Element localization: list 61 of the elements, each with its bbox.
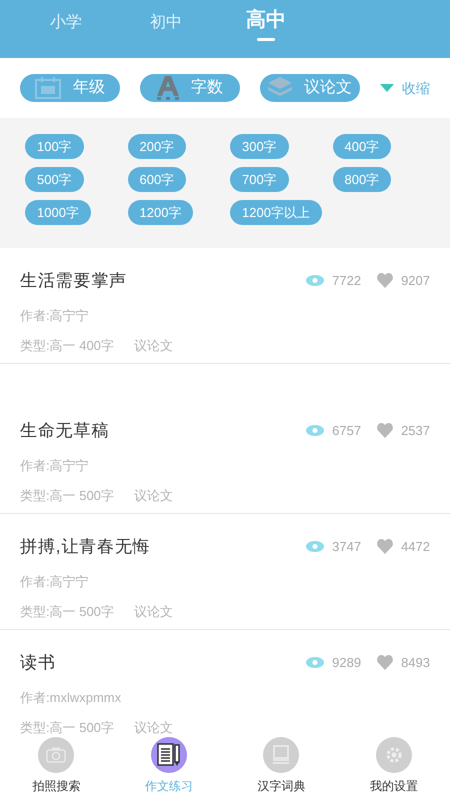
- word-count-chip[interactable]: 700字: [230, 167, 289, 192]
- calendar-icon: [35, 77, 61, 99]
- letter-a-icon: [157, 76, 179, 100]
- like-count: 2537: [401, 422, 430, 440]
- essay-title: 拼搏,让青春无悔: [20, 536, 151, 558]
- like-count: 9207: [401, 272, 430, 290]
- like-count: 4472: [401, 538, 430, 556]
- grade-tab[interactable]: 高中: [216, 0, 316, 46]
- gear-icon: [376, 737, 412, 773]
- filter-button[interactable]: 议论文: [260, 74, 360, 102]
- word-count-chip[interactable]: 200字: [128, 134, 186, 159]
- word-count-chip[interactable]: 1000字: [25, 200, 91, 225]
- nav-tab[interactable]: 我的设置: [338, 735, 450, 800]
- view-count: 6757: [332, 422, 362, 440]
- essay-author: 作者:高宁宁: [20, 572, 90, 590]
- heart-icon: [377, 655, 394, 670]
- triangle-down-icon: [380, 84, 394, 92]
- nav-tab[interactable]: 拍照搜索: [0, 735, 112, 800]
- essay-type: 类型:高一 500字: [20, 487, 114, 505]
- grade-tab[interactable]: 小学: [16, 0, 116, 46]
- nav-tab[interactable]: 作文练习: [112, 735, 225, 800]
- filter-button[interactable]: 年级: [20, 74, 120, 102]
- like-count: 8493: [401, 654, 430, 672]
- view-count: 3747: [332, 538, 362, 556]
- essay-type: 类型:高一 400字: [20, 337, 114, 355]
- word-count-chip[interactable]: 300字: [230, 134, 289, 159]
- essay-type: 类型:高一 500字: [20, 603, 114, 621]
- collapse-button[interactable]: 收缩: [380, 78, 430, 98]
- word-count-chip[interactable]: 400字: [332, 134, 392, 159]
- book-icon: [263, 737, 300, 773]
- essay-author: 作者:高宁宁: [20, 456, 90, 474]
- essay-genre: 议论文: [134, 603, 173, 621]
- eye-icon: [306, 541, 324, 552]
- essay-title: 生命无草稿: [20, 420, 110, 442]
- filter-button[interactable]: 字数: [140, 74, 240, 102]
- word-count-chip[interactable]: 800字: [332, 167, 392, 192]
- essay-author: 作者:mxlwxpmmx: [20, 688, 122, 707]
- view-count: 9289: [332, 654, 362, 672]
- eye-icon: [306, 275, 324, 286]
- heart-icon: [377, 273, 394, 288]
- camera-icon: [38, 737, 74, 773]
- eye-icon: [306, 425, 324, 436]
- heart-icon: [377, 539, 394, 554]
- heart-icon: [377, 423, 394, 438]
- essay-title: 读书: [20, 652, 56, 674]
- nav-tab[interactable]: 汉字词典: [225, 735, 338, 800]
- view-count: 7722: [332, 272, 362, 290]
- word-count-chip[interactable]: 500字: [25, 167, 84, 192]
- essay-genre: 议论文: [134, 719, 173, 735]
- word-count-chip[interactable]: 1200字: [128, 200, 194, 225]
- eye-icon: [306, 657, 324, 668]
- layers-icon: [268, 77, 292, 99]
- essay-author: 作者:高宁宁: [20, 306, 90, 324]
- essay-type: 类型:高一 500字: [20, 719, 114, 735]
- word-count-chip[interactable]: 600字: [128, 167, 186, 192]
- essay-genre: 议论文: [134, 487, 173, 505]
- essay-genre: 议论文: [134, 337, 173, 355]
- word-count-chip[interactable]: 100字: [25, 134, 84, 159]
- essay-title: 生活需要掌声: [20, 270, 128, 292]
- grade-tab[interactable]: 初中: [116, 0, 216, 46]
- word-count-chip[interactable]: 1200字以上: [230, 200, 322, 225]
